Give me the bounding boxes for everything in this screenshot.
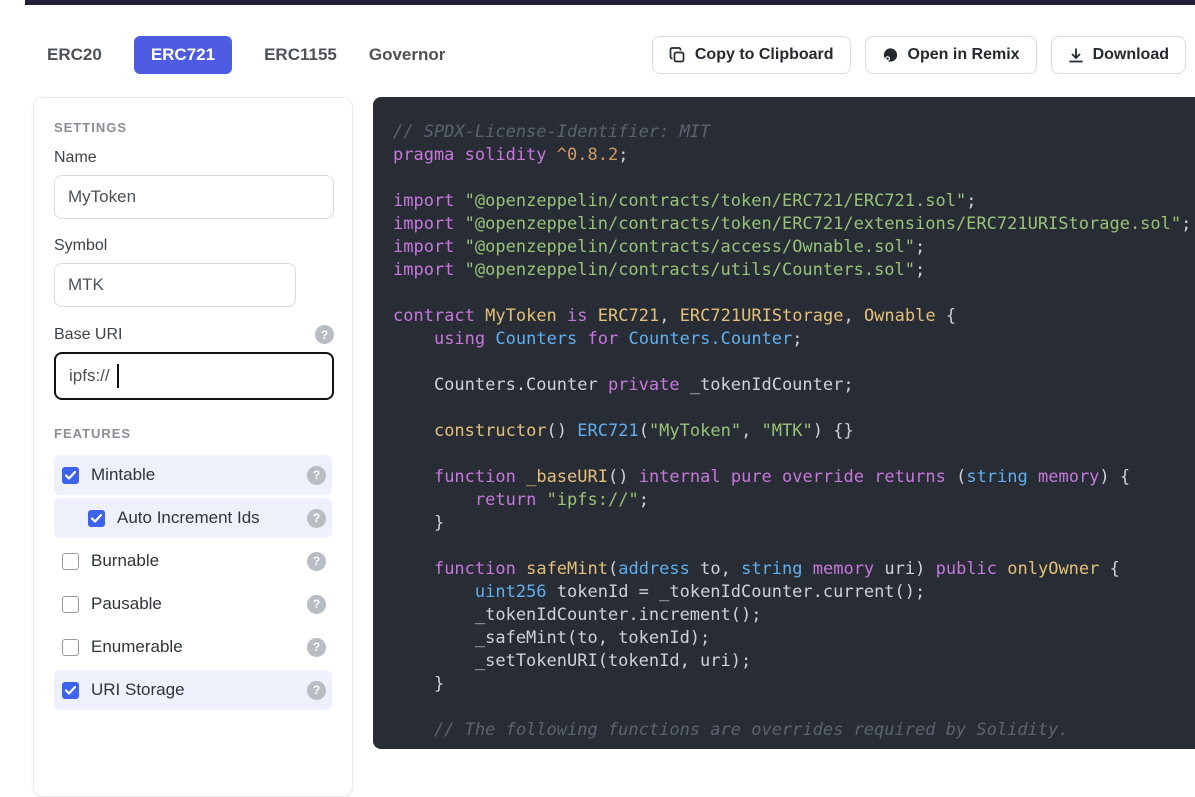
code-line: } xyxy=(393,513,445,533)
code-line: Counters.Counter private _tokenIdCounter… xyxy=(393,375,854,395)
code-line: import "@openzeppelin/contracts/token/ER… xyxy=(393,214,1192,234)
base-uri-input[interactable] xyxy=(54,352,334,400)
feature-label-pausable: Pausable xyxy=(91,594,162,613)
code-line: _safeMint(to, tokenId); xyxy=(393,628,711,648)
code-line: pragma solidity ^0.8.2; xyxy=(393,145,629,165)
download-button[interactable]: Download xyxy=(1050,36,1186,74)
remix-icon xyxy=(882,47,899,64)
code-line: _tokenIdCounter.increment(); xyxy=(393,605,762,625)
name-input[interactable] xyxy=(54,175,334,219)
feature-row-uri-storage[interactable]: URI Storage? xyxy=(54,670,332,710)
code-line: function _baseURI() internal pure overri… xyxy=(433,467,1131,487)
settings-heading: SETTINGS xyxy=(54,120,128,135)
code-line: import "@openzeppelin/contracts/utils/Co… xyxy=(393,260,926,280)
feature-row-enumerable[interactable]: Enumerable? xyxy=(54,627,332,667)
tab-erc721[interactable]: ERC721 xyxy=(133,36,233,74)
help-icon-burnable[interactable]: ? xyxy=(307,551,326,571)
help-icon-auto-increment-ids[interactable]: ? xyxy=(307,508,326,528)
checkbox-pausable[interactable] xyxy=(62,595,79,613)
open-in-remix-button[interactable]: Open in Remix xyxy=(864,36,1037,74)
symbol-input[interactable] xyxy=(54,263,296,307)
code-line: } xyxy=(393,674,445,694)
symbol-label: Symbol xyxy=(54,237,108,254)
tab-erc20[interactable]: ERC20 xyxy=(47,36,102,74)
code-block: // SPDX-License-Identifier: MIT pragma so… xyxy=(393,121,1195,742)
base-uri-label: Base URI xyxy=(54,325,123,343)
tab-erc1155[interactable]: ERC1155 xyxy=(264,36,337,74)
copy-to-clipboard-button[interactable]: Copy to Clipboard xyxy=(651,36,851,74)
code-line: constructor() ERC721("MyToken", "MTK") {… xyxy=(433,421,854,441)
code-line: import "@openzeppelin/contracts/access/O… xyxy=(393,237,926,257)
feature-label-burnable: Burnable xyxy=(91,551,160,570)
feature-row-mintable[interactable]: Mintable? xyxy=(54,455,332,495)
feature-row-pausable[interactable]: Pausable? xyxy=(54,584,332,624)
feature-label-uri-storage: URI Storage xyxy=(91,680,185,699)
feature-label-mintable: Mintable xyxy=(91,465,156,484)
copy-to-clipboard-label: Copy to Clipboard xyxy=(694,46,834,63)
checkbox-burnable[interactable] xyxy=(62,552,79,570)
copy-icon xyxy=(669,46,686,64)
code-panel[interactable]: // SPDX-License-Identifier: MIT pragma so… xyxy=(373,97,1195,749)
code-line: function safeMint(address to, string mem… xyxy=(433,559,1120,579)
open-in-remix-label: Open in Remix xyxy=(907,46,1020,63)
code-line: return "ipfs://"; xyxy=(474,490,649,510)
code-line: // SPDX-License-Identifier: MIT xyxy=(393,122,711,142)
code-line: _setTokenURI(tokenId, uri); xyxy=(393,651,752,671)
feature-row-burnable[interactable]: Burnable? xyxy=(54,541,332,581)
checkbox-uri-storage[interactable] xyxy=(62,681,79,699)
code-line: using Counters for Counters.Counter; xyxy=(433,329,803,349)
features-heading: FEATURES xyxy=(54,426,132,441)
top-border xyxy=(25,0,1195,5)
tab-bar: ERC20 ERC721 ERC1155 Governor xyxy=(47,36,445,74)
feature-row-auto-increment-ids[interactable]: Auto Increment Ids? xyxy=(54,498,332,538)
code-line: // The following functions are overrides… xyxy=(393,720,1069,740)
help-icon-pausable[interactable]: ? xyxy=(307,594,326,614)
text-cursor xyxy=(117,364,119,388)
checkbox-enumerable[interactable] xyxy=(62,638,79,656)
checkbox-mintable[interactable] xyxy=(62,466,79,484)
checkbox-auto-increment-ids[interactable] xyxy=(88,509,105,527)
feature-list: Mintable? Auto Increment Ids? Burnable? Pau… xyxy=(54,455,332,710)
help-icon-mintable[interactable]: ? xyxy=(307,465,326,485)
feature-label-auto-increment-ids: Auto Increment Ids xyxy=(117,508,260,527)
base-uri-help-icon[interactable]: ? xyxy=(315,325,334,344)
download-label: Download xyxy=(1092,46,1169,63)
name-label: Name xyxy=(54,149,97,166)
code-line: contract MyToken is ERC721, ERC721URISto… xyxy=(393,306,957,326)
download-icon xyxy=(1068,47,1084,64)
code-line: uint256 tokenId = _tokenIdCounter.curren… xyxy=(474,582,926,602)
feature-label-enumerable: Enumerable xyxy=(91,637,183,656)
help-icon-uri-storage[interactable]: ? xyxy=(307,680,326,700)
action-bar: Copy to Clipboard Open in Remix Download xyxy=(651,36,1186,74)
help-icon-enumerable[interactable]: ? xyxy=(307,637,326,657)
settings-panel: SETTINGS Name Symbol Base URI ? FEATURES… xyxy=(33,97,353,797)
code-line: import "@openzeppelin/contracts/token/ER… xyxy=(393,191,977,211)
tab-governor[interactable]: Governor xyxy=(369,36,446,74)
